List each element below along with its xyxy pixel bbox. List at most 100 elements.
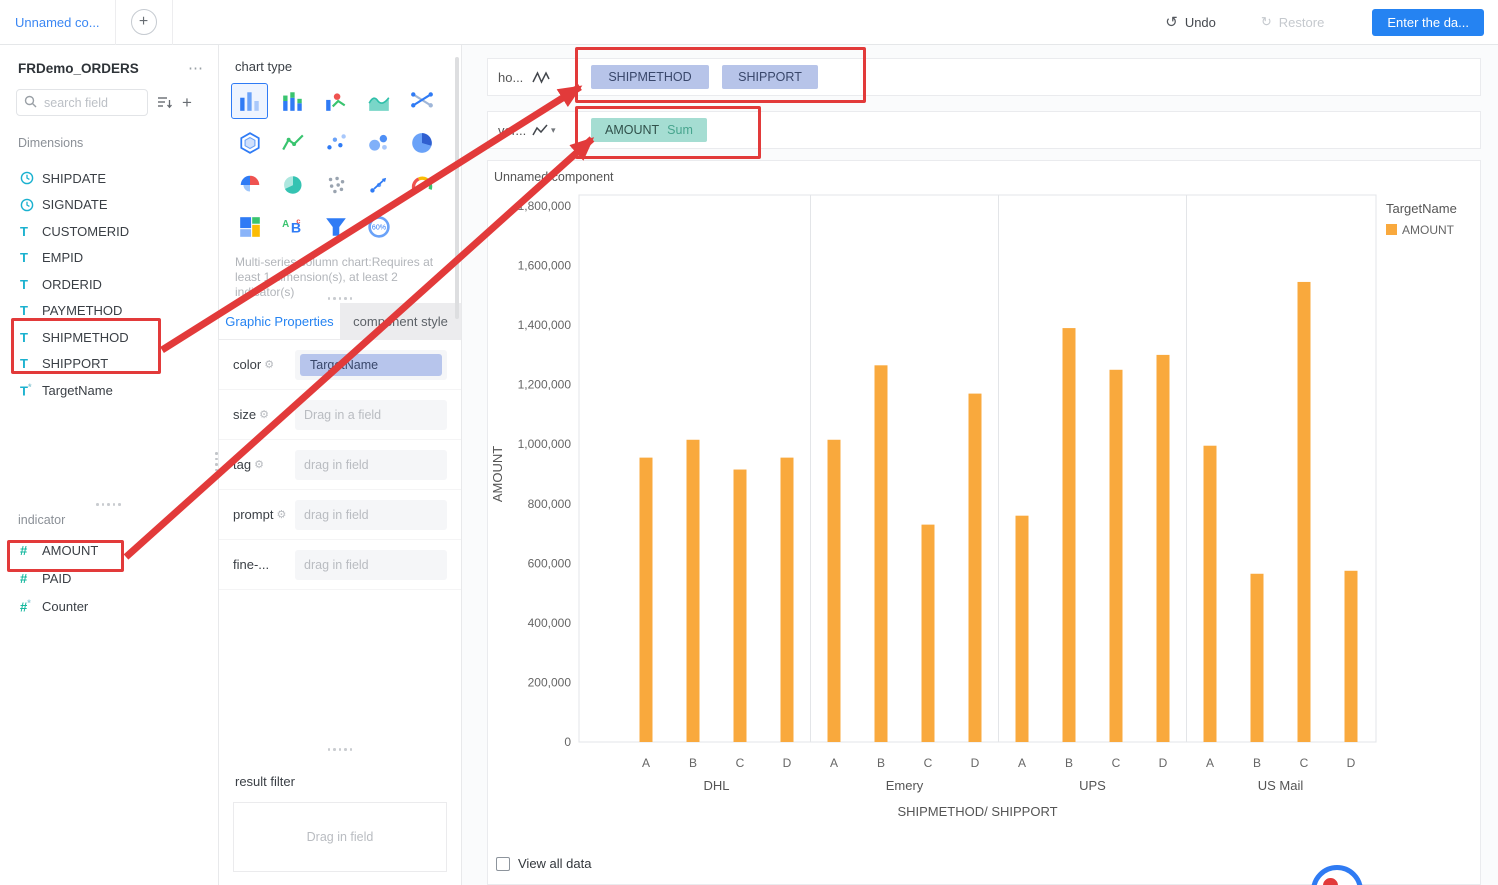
property-dropzone-size[interactable]: Drag in a field: [295, 399, 447, 430]
field-label: EMPID: [42, 250, 84, 266]
svg-text:60%: 60%: [371, 224, 386, 232]
property-dropzone-prompt[interactable]: drag in field: [295, 499, 447, 530]
property-dropzone-color[interactable]: TargetName: [295, 349, 447, 380]
chart-bar-dhl-c[interactable]: [733, 469, 747, 742]
dimension-field-signdate[interactable]: SIGNDATE: [0, 192, 217, 219]
dimension-field-shipport[interactable]: T SHIPPORT: [0, 351, 217, 378]
restore-button[interactable]: ↻ Restore: [1261, 14, 1324, 30]
gear-icon[interactable]: ⚙: [254, 458, 264, 471]
property-dropzone-fine[interactable]: drag in field: [295, 549, 447, 580]
chart-bar-ups-c[interactable]: [1109, 369, 1123, 742]
axis-fields-icon[interactable]: [532, 70, 566, 84]
chart-type-pie-chart[interactable]: [403, 125, 440, 161]
color-field-pill[interactable]: TargetName: [300, 353, 442, 376]
chart-type-funnel-chart[interactable]: [317, 209, 354, 245]
stacked-column-chart-icon: [282, 92, 302, 111]
dimension-field-orderid[interactable]: T ORDERID: [0, 271, 217, 298]
enter-dashboard-button[interactable]: Enter the da...: [1372, 8, 1484, 36]
chart-type-gauge-chart[interactable]: [403, 167, 440, 203]
chart-bar-usmail-c[interactable]: [1297, 281, 1311, 742]
chart-bar-ups-a[interactable]: [1015, 515, 1029, 742]
chart-component[interactable]: Unnamed component 0 200,000 400,000 600,000…: [487, 160, 1481, 885]
dimension-field-customerid[interactable]: T CUSTOMERID: [0, 218, 217, 245]
chart-type-stacked-column-chart[interactable]: [274, 83, 311, 119]
chart-type-slope-chart[interactable]: [403, 83, 440, 119]
x-tick-label: A: [642, 756, 650, 770]
more-options-icon[interactable]: ⋯: [188, 59, 204, 77]
indicator-field-paid[interactable]: # PAID: [0, 564, 217, 592]
dimensions-section-label: Dimensions: [18, 136, 84, 150]
chart-type-grid: A Bc 60%: [231, 83, 449, 251]
chart-type-word-cloud-chart[interactable]: ABc: [274, 209, 311, 245]
add-tab-button[interactable]: +: [130, 9, 157, 35]
chart-type-rose-chart[interactable]: [231, 167, 268, 203]
chart-type-flow-chart[interactable]: [360, 167, 397, 203]
pill-shipport[interactable]: SHIPPORT: [722, 65, 818, 89]
panel-resize-handle[interactable]: [215, 452, 218, 471]
scrollbar-thumb[interactable]: [455, 57, 459, 319]
text-field-icon: T: [20, 223, 28, 239]
sort-fields-icon[interactable]: [157, 96, 173, 109]
gear-icon[interactable]: ⚙: [276, 508, 286, 521]
chart-bar-emery-d[interactable]: [968, 393, 982, 742]
dimension-field-paymethod[interactable]: T PAYMETHOD: [0, 298, 217, 325]
chart-bar-dhl-b[interactable]: [686, 439, 700, 742]
pill-shipmethod[interactable]: SHIPMETHOD: [591, 65, 709, 89]
group-label: UPS: [1079, 778, 1106, 793]
chart-bar-ups-d[interactable]: [1156, 354, 1170, 742]
x-tick-label: B: [1253, 756, 1261, 770]
section-drag-handle[interactable]: [219, 294, 461, 303]
dimension-field-targetname[interactable]: T* TargetName: [0, 377, 217, 404]
tab-component-style[interactable]: component style: [340, 303, 461, 339]
chart-type-treemap-chart[interactable]: [231, 209, 268, 245]
dimension-field-shipmethod[interactable]: T SHIPMETHOD: [0, 324, 217, 351]
chart-type-multi-pie-chart[interactable]: [274, 167, 311, 203]
plus-icon: +: [138, 13, 149, 30]
dimension-field-shipdate[interactable]: SHIPDATE: [0, 165, 217, 192]
indicator-field-counter[interactable]: #* Counter: [0, 592, 217, 620]
panel-splitter[interactable]: [0, 500, 217, 509]
checkbox-icon[interactable]: [496, 856, 510, 871]
chart-bar-emery-b[interactable]: [874, 365, 888, 742]
chart-type-percent-gauge-chart[interactable]: 60%: [360, 209, 397, 245]
legend-label[interactable]: AMOUNT: [1402, 223, 1455, 237]
view-all-data-toggle[interactable]: View all data: [496, 856, 591, 871]
property-dropzone-tag[interactable]: drag in field: [295, 449, 447, 480]
property-row-color: color ⚙ TargetName: [219, 340, 461, 390]
chart-bar-emery-a[interactable]: [827, 439, 841, 742]
tab-graphic-properties[interactable]: Graphic Properties: [219, 303, 340, 339]
section-drag-handle[interactable]: [219, 745, 461, 754]
chart-type-scatter-chart[interactable]: [317, 125, 354, 161]
indicator-field-amount[interactable]: # AMOUNT: [0, 536, 217, 564]
divider: [114, 0, 116, 45]
chart-bar-emery-c[interactable]: [921, 524, 935, 742]
chart-type-bubble-chart[interactable]: [360, 125, 397, 161]
vertical-axis-shelf[interactable]: ver... ▾ AMOUNT Sum: [487, 111, 1481, 149]
chart-bar-usmail-d[interactable]: [1344, 570, 1358, 742]
gear-icon[interactable]: ⚙: [259, 408, 269, 421]
chart-type-multi-series-column-chart[interactable]: [231, 83, 268, 119]
chart-bar-usmail-a[interactable]: [1203, 445, 1217, 742]
chart-axis-icon[interactable]: ▾: [532, 124, 566, 137]
result-filter-dropzone[interactable]: Drag in field: [233, 802, 447, 872]
chart-type-line-chart[interactable]: [274, 125, 311, 161]
chart-bar-dhl-a[interactable]: [639, 457, 653, 742]
x-tick-label: A: [830, 756, 838, 770]
chart-type-radar-chart[interactable]: [231, 125, 268, 161]
chart-bar-ups-b[interactable]: [1062, 328, 1076, 742]
result-filter-label: result filter: [235, 774, 295, 789]
add-field-button[interactable]: +: [182, 94, 192, 111]
field-label: CUSTOMERID: [42, 223, 130, 239]
chart-type-custom-chart[interactable]: [317, 83, 354, 119]
chart-type-area-chart[interactable]: [360, 83, 397, 119]
chart-type-dot-plot-chart[interactable]: [317, 167, 354, 203]
horizontal-axis-shelf[interactable]: ho... SHIPMETHOD SHIPPORT: [487, 58, 1481, 96]
gear-icon[interactable]: ⚙: [264, 358, 274, 371]
pill-amount-sum[interactable]: AMOUNT Sum: [591, 118, 707, 142]
chart-bar-dhl-d[interactable]: [780, 457, 794, 742]
tab-unnamed-component[interactable]: Unnamed co...: [0, 15, 115, 30]
dimension-field-empid[interactable]: T EMPID: [0, 245, 217, 272]
chart-bar-usmail-b[interactable]: [1250, 573, 1264, 742]
undo-button[interactable]: ↺ Undo: [1165, 13, 1216, 31]
y-tick-label: 0: [564, 735, 571, 749]
